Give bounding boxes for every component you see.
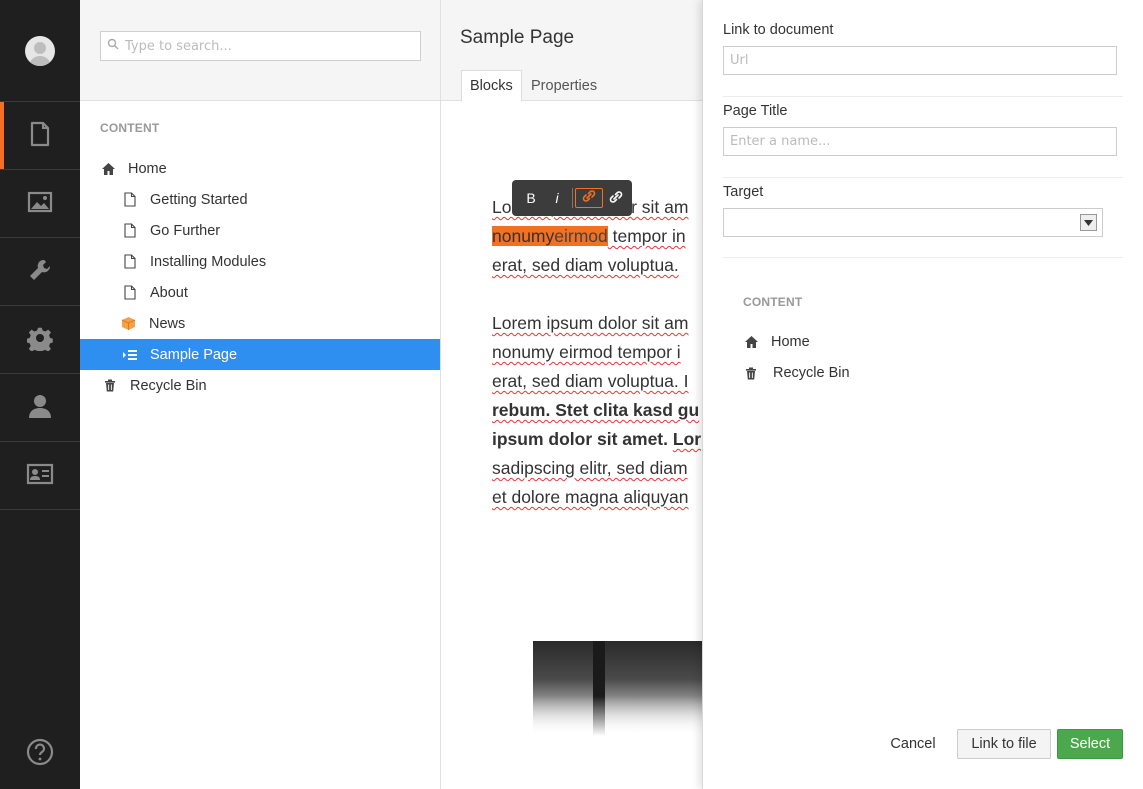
tree-item-label: About bbox=[150, 284, 188, 301]
selected-text[interactable]: nonumyeirmod bbox=[492, 226, 608, 246]
cancel-button[interactable]: Cancel bbox=[885, 729, 941, 759]
search-area bbox=[80, 0, 440, 101]
user-icon bbox=[27, 393, 53, 423]
unlink-button[interactable] bbox=[603, 186, 629, 210]
editor-header: Sample Page Blocks Properties bbox=[441, 0, 703, 102]
page-icon bbox=[122, 223, 138, 239]
nav-developer[interactable] bbox=[0, 306, 80, 374]
content-tree-panel: CONTENT Home Getting Started Go Further … bbox=[80, 0, 441, 789]
image-fade bbox=[533, 696, 703, 736]
tree-item-installing-modules[interactable]: Installing Modules bbox=[80, 246, 440, 277]
page-title-input[interactable] bbox=[723, 127, 1117, 156]
formatting-toolbar: B i bbox=[512, 180, 632, 216]
divider bbox=[723, 257, 1123, 258]
image-block[interactable] bbox=[533, 641, 703, 736]
toolbar-divider bbox=[572, 188, 573, 208]
page-title: Sample Page bbox=[460, 27, 575, 48]
document-icon bbox=[29, 121, 51, 151]
tree-item-recycle-bin[interactable]: Recycle Bin bbox=[80, 370, 440, 401]
tree-item-label: News bbox=[149, 315, 186, 332]
home-icon bbox=[743, 334, 759, 350]
search-input[interactable] bbox=[125, 38, 415, 54]
tab-blocks[interactable]: Blocks bbox=[461, 70, 522, 102]
nav-help[interactable] bbox=[0, 720, 80, 788]
list-icon bbox=[122, 347, 138, 363]
dialog-tree-item-recycle-bin[interactable]: Recycle Bin bbox=[743, 360, 850, 386]
image-icon bbox=[27, 191, 53, 217]
gear-icon bbox=[27, 325, 53, 355]
dialog-section-label: CONTENT bbox=[743, 295, 803, 309]
home-icon bbox=[100, 161, 116, 177]
tree-item-news[interactable]: News bbox=[80, 308, 440, 339]
user-avatar-area[interactable] bbox=[0, 0, 80, 102]
target-select[interactable] bbox=[723, 208, 1103, 237]
link-label: Link to document bbox=[723, 22, 834, 38]
italic-button[interactable]: i bbox=[544, 186, 570, 210]
tree-section-label: CONTENT bbox=[100, 121, 160, 135]
divider bbox=[723, 177, 1123, 178]
paragraph-line[interactable]: erat, sed diam voluptua. bbox=[492, 251, 679, 280]
bold-button[interactable]: B bbox=[518, 186, 544, 210]
id-card-icon bbox=[26, 463, 54, 489]
search-icon bbox=[107, 38, 119, 54]
target-label: Target bbox=[723, 184, 764, 200]
dialog-tree-item-home[interactable]: Home bbox=[743, 329, 810, 355]
page-icon bbox=[122, 285, 138, 301]
nav-content[interactable] bbox=[0, 102, 80, 170]
paragraph-line[interactable]: rebum. Stet clita kasd gu bbox=[492, 396, 699, 425]
paragraph-line[interactable]: nonumyeirmod tempor in bbox=[492, 222, 686, 251]
tree-item-label: Recycle Bin bbox=[130, 377, 207, 394]
dialog-tree-item-label: Recycle Bin bbox=[773, 365, 850, 381]
tree-item-label: Installing Modules bbox=[150, 253, 267, 270]
paragraph-line[interactable]: et dolore magna aliquyan bbox=[492, 483, 689, 512]
tree-item-label: Go Further bbox=[150, 222, 221, 239]
tree-item-about[interactable]: About bbox=[80, 277, 440, 308]
paragraph-line[interactable]: erat, sed diam voluptua. I bbox=[492, 367, 689, 396]
chevron-down-icon[interactable] bbox=[1080, 214, 1097, 231]
main-navigation-rail bbox=[0, 0, 80, 789]
dialog-tree-item-label: Home bbox=[771, 334, 810, 350]
tree-item-label: Getting Started bbox=[150, 191, 248, 208]
link-to-file-button[interactable]: Link to file bbox=[957, 729, 1051, 759]
trash-icon bbox=[743, 365, 759, 381]
link-picker-dialog: Link to document Page Title Target CONTE… bbox=[702, 0, 1143, 789]
box-icon bbox=[120, 316, 136, 332]
tab-properties[interactable]: Properties bbox=[523, 70, 605, 102]
search-box[interactable] bbox=[100, 31, 421, 61]
nav-users[interactable] bbox=[0, 374, 80, 442]
paragraph-line[interactable]: Lorem ipsum dolor sit am bbox=[492, 309, 688, 338]
tree-item-home[interactable]: Home bbox=[80, 153, 440, 184]
paragraph-line[interactable]: sadipscing elitr, sed diam bbox=[492, 454, 688, 483]
divider bbox=[723, 96, 1123, 97]
select-button[interactable]: Select bbox=[1057, 729, 1123, 759]
tree-item-label: Home bbox=[128, 160, 167, 177]
nav-settings[interactable] bbox=[0, 238, 80, 306]
tree-item-sample-page[interactable]: Sample Page bbox=[80, 339, 440, 370]
link-button[interactable] bbox=[575, 188, 603, 208]
wrench-icon bbox=[27, 257, 53, 287]
tree-item-go-further[interactable]: Go Further bbox=[80, 215, 440, 246]
page-title-label: Page Title bbox=[723, 103, 788, 119]
tree-item-label: Sample Page bbox=[150, 346, 238, 363]
avatar[interactable] bbox=[25, 35, 55, 66]
nav-media[interactable] bbox=[0, 170, 80, 238]
tree-item-getting-started[interactable]: Getting Started bbox=[80, 184, 440, 215]
help-icon bbox=[26, 738, 54, 770]
trash-icon bbox=[102, 378, 118, 394]
url-input[interactable] bbox=[723, 46, 1117, 75]
editor-panel: Sample Page Blocks Properties Lorem ipsu… bbox=[441, 0, 703, 789]
paragraph-line[interactable]: ipsum dolor sit amet. Lor bbox=[492, 425, 701, 454]
unlink-icon bbox=[608, 189, 624, 208]
link-icon bbox=[580, 189, 598, 207]
page-icon bbox=[122, 254, 138, 270]
nav-members[interactable] bbox=[0, 442, 80, 510]
paragraph-line[interactable]: nonumy eirmod tempor i bbox=[492, 338, 681, 367]
page-icon bbox=[122, 192, 138, 208]
